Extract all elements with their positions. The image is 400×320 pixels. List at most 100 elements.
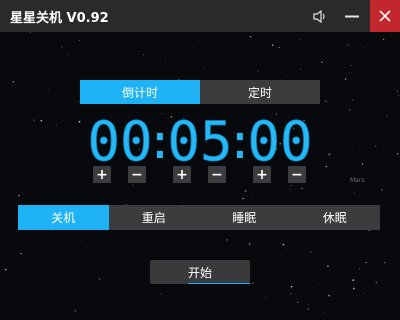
star — [278, 46, 280, 49]
star — [299, 68, 301, 70]
minimize-button[interactable] — [338, 0, 366, 32]
tab-scheduled[interactable]: 定时 — [200, 80, 320, 104]
star — [326, 101, 328, 103]
star — [328, 153, 331, 156]
star — [350, 64, 352, 66]
star — [199, 41, 200, 42]
star — [307, 308, 309, 310]
star — [308, 303, 310, 305]
star — [382, 38, 385, 41]
star — [272, 44, 274, 46]
star — [74, 310, 76, 312]
star — [375, 281, 378, 284]
star — [280, 253, 282, 255]
star — [0, 69, 1, 71]
star — [282, 243, 285, 246]
star — [33, 119, 35, 121]
star — [251, 194, 253, 196]
star — [384, 262, 386, 264]
star — [352, 279, 355, 281]
tab-countdown[interactable]: 倒计时 — [80, 80, 200, 104]
star — [320, 81, 322, 82]
star — [249, 35, 252, 38]
star — [386, 114, 388, 117]
star — [203, 66, 204, 68]
star — [324, 100, 326, 102]
star — [242, 197, 244, 200]
star — [226, 239, 228, 241]
star — [280, 242, 282, 244]
minutes-plus-button[interactable]: + — [173, 166, 191, 183]
star — [290, 292, 292, 295]
star — [381, 189, 383, 191]
star — [142, 54, 144, 56]
hours-minus-button[interactable]: − — [128, 166, 146, 183]
star — [322, 312, 324, 313]
mode-sleep[interactable]: 睡眠 — [199, 205, 290, 230]
minutes-minus-button[interactable]: − — [208, 166, 226, 183]
star — [327, 265, 329, 267]
hours-plus-button[interactable]: + — [93, 166, 111, 183]
star — [18, 194, 20, 197]
star — [30, 148, 32, 150]
star — [160, 292, 162, 295]
star — [354, 192, 356, 194]
star — [317, 284, 319, 285]
star — [396, 153, 399, 155]
mode-restart[interactable]: 重启 — [108, 205, 199, 230]
star — [381, 52, 382, 54]
star — [334, 127, 336, 129]
star — [182, 202, 184, 204]
seconds-minus-button[interactable]: − — [288, 166, 306, 183]
minutes-value: 05 — [167, 116, 232, 162]
close-button[interactable] — [370, 0, 400, 32]
star — [56, 124, 58, 126]
star — [301, 187, 303, 189]
star — [363, 47, 365, 49]
star — [328, 294, 330, 297]
star — [248, 243, 251, 245]
star — [48, 89, 50, 91]
star — [244, 190, 247, 192]
star — [347, 44, 349, 46]
star — [132, 184, 134, 186]
star — [368, 264, 370, 265]
star — [228, 78, 229, 79]
star — [397, 94, 400, 97]
star — [348, 109, 351, 111]
app-window: 星星关机 V0.92 倒计时 定时 00 : 05 : 00 + − + − +… — [0, 0, 400, 320]
star — [11, 273, 12, 275]
star — [310, 251, 312, 253]
star — [21, 44, 23, 46]
window-title: 星星关机 V0.92 — [10, 11, 109, 26]
star — [80, 239, 82, 241]
star — [352, 99, 354, 101]
start-button[interactable]: 开始 — [150, 260, 250, 284]
star — [352, 146, 354, 148]
star — [161, 113, 163, 115]
star — [375, 145, 377, 147]
star — [378, 233, 380, 234]
start-button-underline — [188, 283, 250, 284]
star — [78, 40, 80, 42]
timer-type-tabs: 倒计时 定时 — [80, 80, 320, 104]
star — [297, 301, 299, 303]
star — [197, 66, 199, 68]
speaker-icon — [313, 9, 325, 23]
seconds-value: 00 — [247, 116, 312, 162]
title-bar[interactable]: 星星关机 V0.92 — [0, 0, 400, 32]
star — [257, 70, 259, 72]
sound-button[interactable] — [306, 0, 334, 32]
star — [20, 252, 22, 255]
hours-value: 00 — [87, 116, 152, 162]
mode-shutdown[interactable]: 关机 — [18, 205, 109, 230]
star — [40, 119, 43, 122]
brand-label: Mars — [350, 177, 365, 184]
star — [345, 265, 347, 267]
star — [98, 278, 101, 280]
star — [352, 287, 355, 290]
mode-hibernate[interactable]: 休眠 — [289, 205, 380, 230]
star — [321, 61, 323, 63]
seconds-plus-button[interactable]: + — [253, 166, 271, 183]
star — [165, 57, 166, 59]
